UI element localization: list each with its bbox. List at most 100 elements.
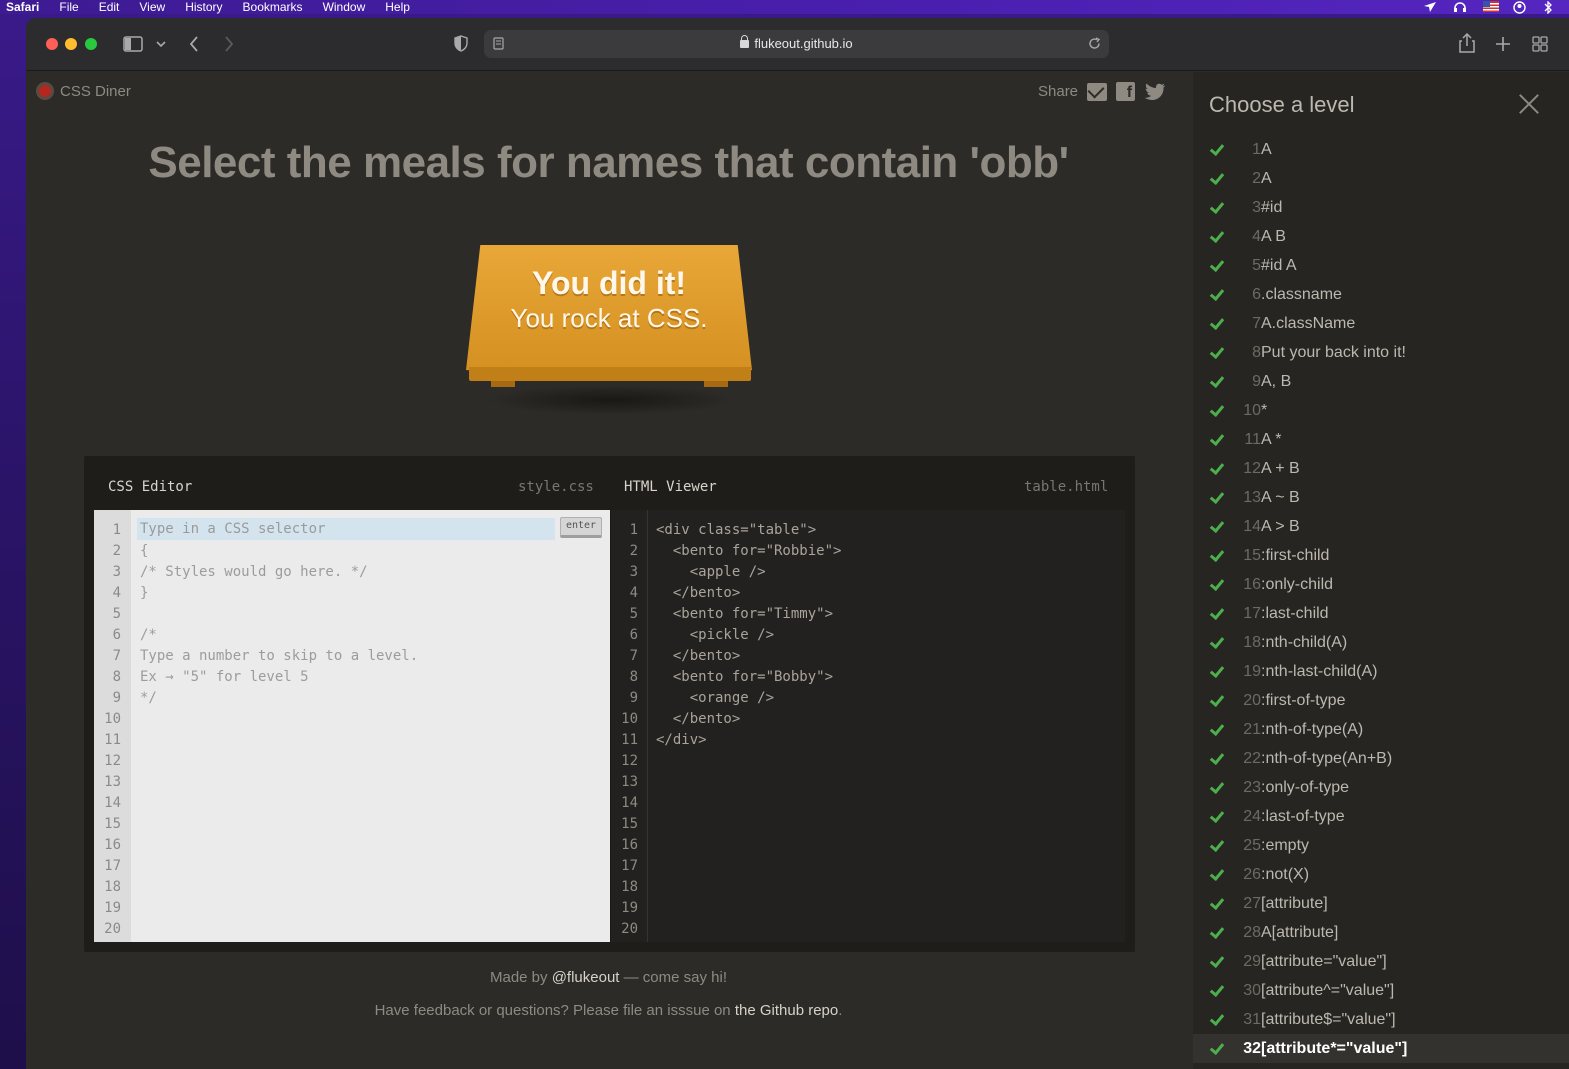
level-item[interactable]: 30 [attribute^="value"] — [1193, 976, 1569, 1005]
address-bar[interactable]: flukeout.github.io — [484, 30, 1109, 58]
menu-file[interactable]: File — [59, 0, 78, 14]
level-item[interactable]: 4A B — [1193, 222, 1569, 251]
line-number: 8 — [629, 669, 638, 685]
level-item[interactable]: 10 * — [1193, 396, 1569, 425]
sidebar-icon[interactable] — [123, 36, 143, 52]
level-item[interactable]: 23:only-of-type — [1193, 773, 1569, 802]
level-item[interactable]: 16:only-child — [1193, 570, 1569, 599]
level-item[interactable]: 32 [attribute*="value"] — [1193, 1034, 1569, 1063]
html-code-line[interactable]: <pickle /> — [656, 627, 774, 643]
checkmark-icon — [1209, 488, 1225, 505]
level-item[interactable]: 29 [attribute="value"] — [1193, 947, 1569, 976]
level-item[interactable]: 31 [attribute$="value"] — [1193, 1005, 1569, 1034]
zoom-window-button[interactable] — [85, 38, 97, 50]
level-item[interactable]: 15:first-child — [1193, 541, 1569, 570]
html-code-line[interactable]: </bento> — [656, 648, 740, 664]
level-item[interactable]: 27 [attribute] — [1193, 889, 1569, 918]
github-repo-link[interactable]: the Github repo — [735, 1002, 838, 1019]
html-code-line[interactable]: <bento for="Bobby"> — [656, 669, 833, 685]
html-code-line[interactable]: </bento> — [656, 711, 740, 727]
footer-text: Have feedback or questions? Please file … — [374, 1002, 735, 1019]
reload-icon[interactable] — [1088, 37, 1101, 50]
flukeout-link[interactable]: @flukeout — [552, 969, 620, 986]
checkmark-icon — [1209, 140, 1225, 157]
shield-icon[interactable] — [454, 35, 468, 52]
checkmark-icon — [1209, 459, 1225, 476]
level-item[interactable]: 9 A, B — [1193, 367, 1569, 396]
checkmark-icon — [1209, 546, 1225, 563]
level-item[interactable]: 2A — [1193, 164, 1569, 193]
menu-edit[interactable]: Edit — [99, 0, 120, 14]
menu-history[interactable]: History — [185, 0, 222, 14]
level-item[interactable]: 14 A > B — [1193, 512, 1569, 541]
level-instruction: Select the meals for names that contain … — [148, 138, 1069, 187]
level-item[interactable]: 25:empty — [1193, 831, 1569, 860]
level-item[interactable]: 21:nth-of-type(A) — [1193, 715, 1569, 744]
checkmark-icon — [1209, 691, 1225, 708]
bluetooth-icon[interactable] — [1543, 0, 1557, 14]
flag-icon[interactable] — [1483, 1, 1499, 13]
location-icon[interactable] — [1423, 1, 1437, 13]
level-item[interactable]: 5 #id A — [1193, 251, 1569, 280]
level-item[interactable]: 13 A ~ B — [1193, 483, 1569, 512]
checkmark-icon — [1209, 517, 1225, 534]
line-number: 15 — [104, 816, 121, 832]
level-name: :nth-of-type(An+B) — [1261, 750, 1393, 767]
level-item[interactable]: 20:first-of-type — [1193, 686, 1569, 715]
enter-button[interactable]: enter — [560, 517, 602, 538]
level-number: 22 — [1243, 750, 1261, 767]
level-item[interactable]: 12 A + B — [1193, 454, 1569, 483]
html-code-line[interactable]: <apple /> — [656, 564, 766, 580]
level-item[interactable]: 6 .classname — [1193, 280, 1569, 309]
footer-feedback: Have feedback or questions? Please file … — [66, 1002, 1151, 1019]
checkmark-icon — [1209, 604, 1225, 621]
line-number: 2 — [112, 543, 121, 559]
html-code-line[interactable]: <bento for="Timmy"> — [656, 606, 833, 622]
level-item[interactable]: 22:nth-of-type(An+B) — [1193, 744, 1569, 773]
level-item[interactable]: 11 A * — [1193, 425, 1569, 454]
menu-safari[interactable]: Safari — [6, 0, 39, 14]
level-number: 2 — [1252, 170, 1261, 187]
level-item[interactable]: 3 #id — [1193, 193, 1569, 222]
html-code-line[interactable]: </bento> — [656, 585, 740, 601]
site-logo[interactable]: CSS Diner — [36, 82, 131, 100]
level-item[interactable]: 28 A[attribute] — [1193, 918, 1569, 947]
menu-help[interactable]: Help — [385, 0, 410, 14]
menu-view[interactable]: View — [139, 0, 165, 14]
level-name: [attribute="value"] — [1261, 953, 1387, 970]
close-icon[interactable] — [1519, 94, 1539, 114]
level-item[interactable]: 7 A.className — [1193, 309, 1569, 338]
css-selector-input[interactable] — [137, 518, 555, 540]
user-icon[interactable] — [1513, 1, 1527, 14]
level-item[interactable]: 1A — [1193, 135, 1569, 164]
minimize-window-button[interactable] — [65, 38, 77, 50]
new-tab-icon[interactable] — [1496, 37, 1510, 51]
chevron-down-icon[interactable] — [156, 41, 166, 47]
level-item[interactable]: 26:not(X) — [1193, 860, 1569, 889]
menu-bookmarks[interactable]: Bookmarks — [243, 0, 303, 14]
level-item[interactable]: 18:nth-child(A) — [1193, 628, 1569, 657]
twitter-share-icon[interactable] — [1144, 83, 1166, 101]
level-item[interactable]: 24:last-of-type — [1193, 802, 1569, 831]
line-number: 5 — [629, 606, 638, 622]
menu-window[interactable]: Window — [323, 0, 366, 14]
tab-overview-icon[interactable] — [1532, 36, 1548, 52]
html-code-line[interactable]: </div> — [656, 732, 707, 748]
html-code-line[interactable]: <orange /> — [656, 690, 774, 706]
html-code-line[interactable]: <bento for="Robbie"> — [656, 543, 842, 559]
level-name: Put your back into it! — [1261, 344, 1406, 361]
close-window-button[interactable] — [46, 38, 58, 50]
forward-icon[interactable] — [224, 36, 234, 52]
line-number: 14 — [104, 795, 121, 811]
share-icon[interactable] — [1459, 33, 1475, 53]
facebook-share-icon[interactable]: f — [1116, 82, 1136, 101]
level-name: #id — [1261, 199, 1283, 216]
html-code-line[interactable]: <div class="table"> — [656, 522, 816, 538]
level-item[interactable]: 8 Put your back into it! — [1193, 338, 1569, 367]
level-item[interactable]: 19:nth-last-child(A) — [1193, 657, 1569, 686]
level-name: [attribute] — [1261, 895, 1328, 912]
level-item[interactable]: 17:last-child — [1193, 599, 1569, 628]
headphones-icon[interactable] — [1453, 1, 1467, 13]
back-icon[interactable] — [189, 36, 199, 52]
email-share-icon[interactable] — [1087, 82, 1108, 101]
